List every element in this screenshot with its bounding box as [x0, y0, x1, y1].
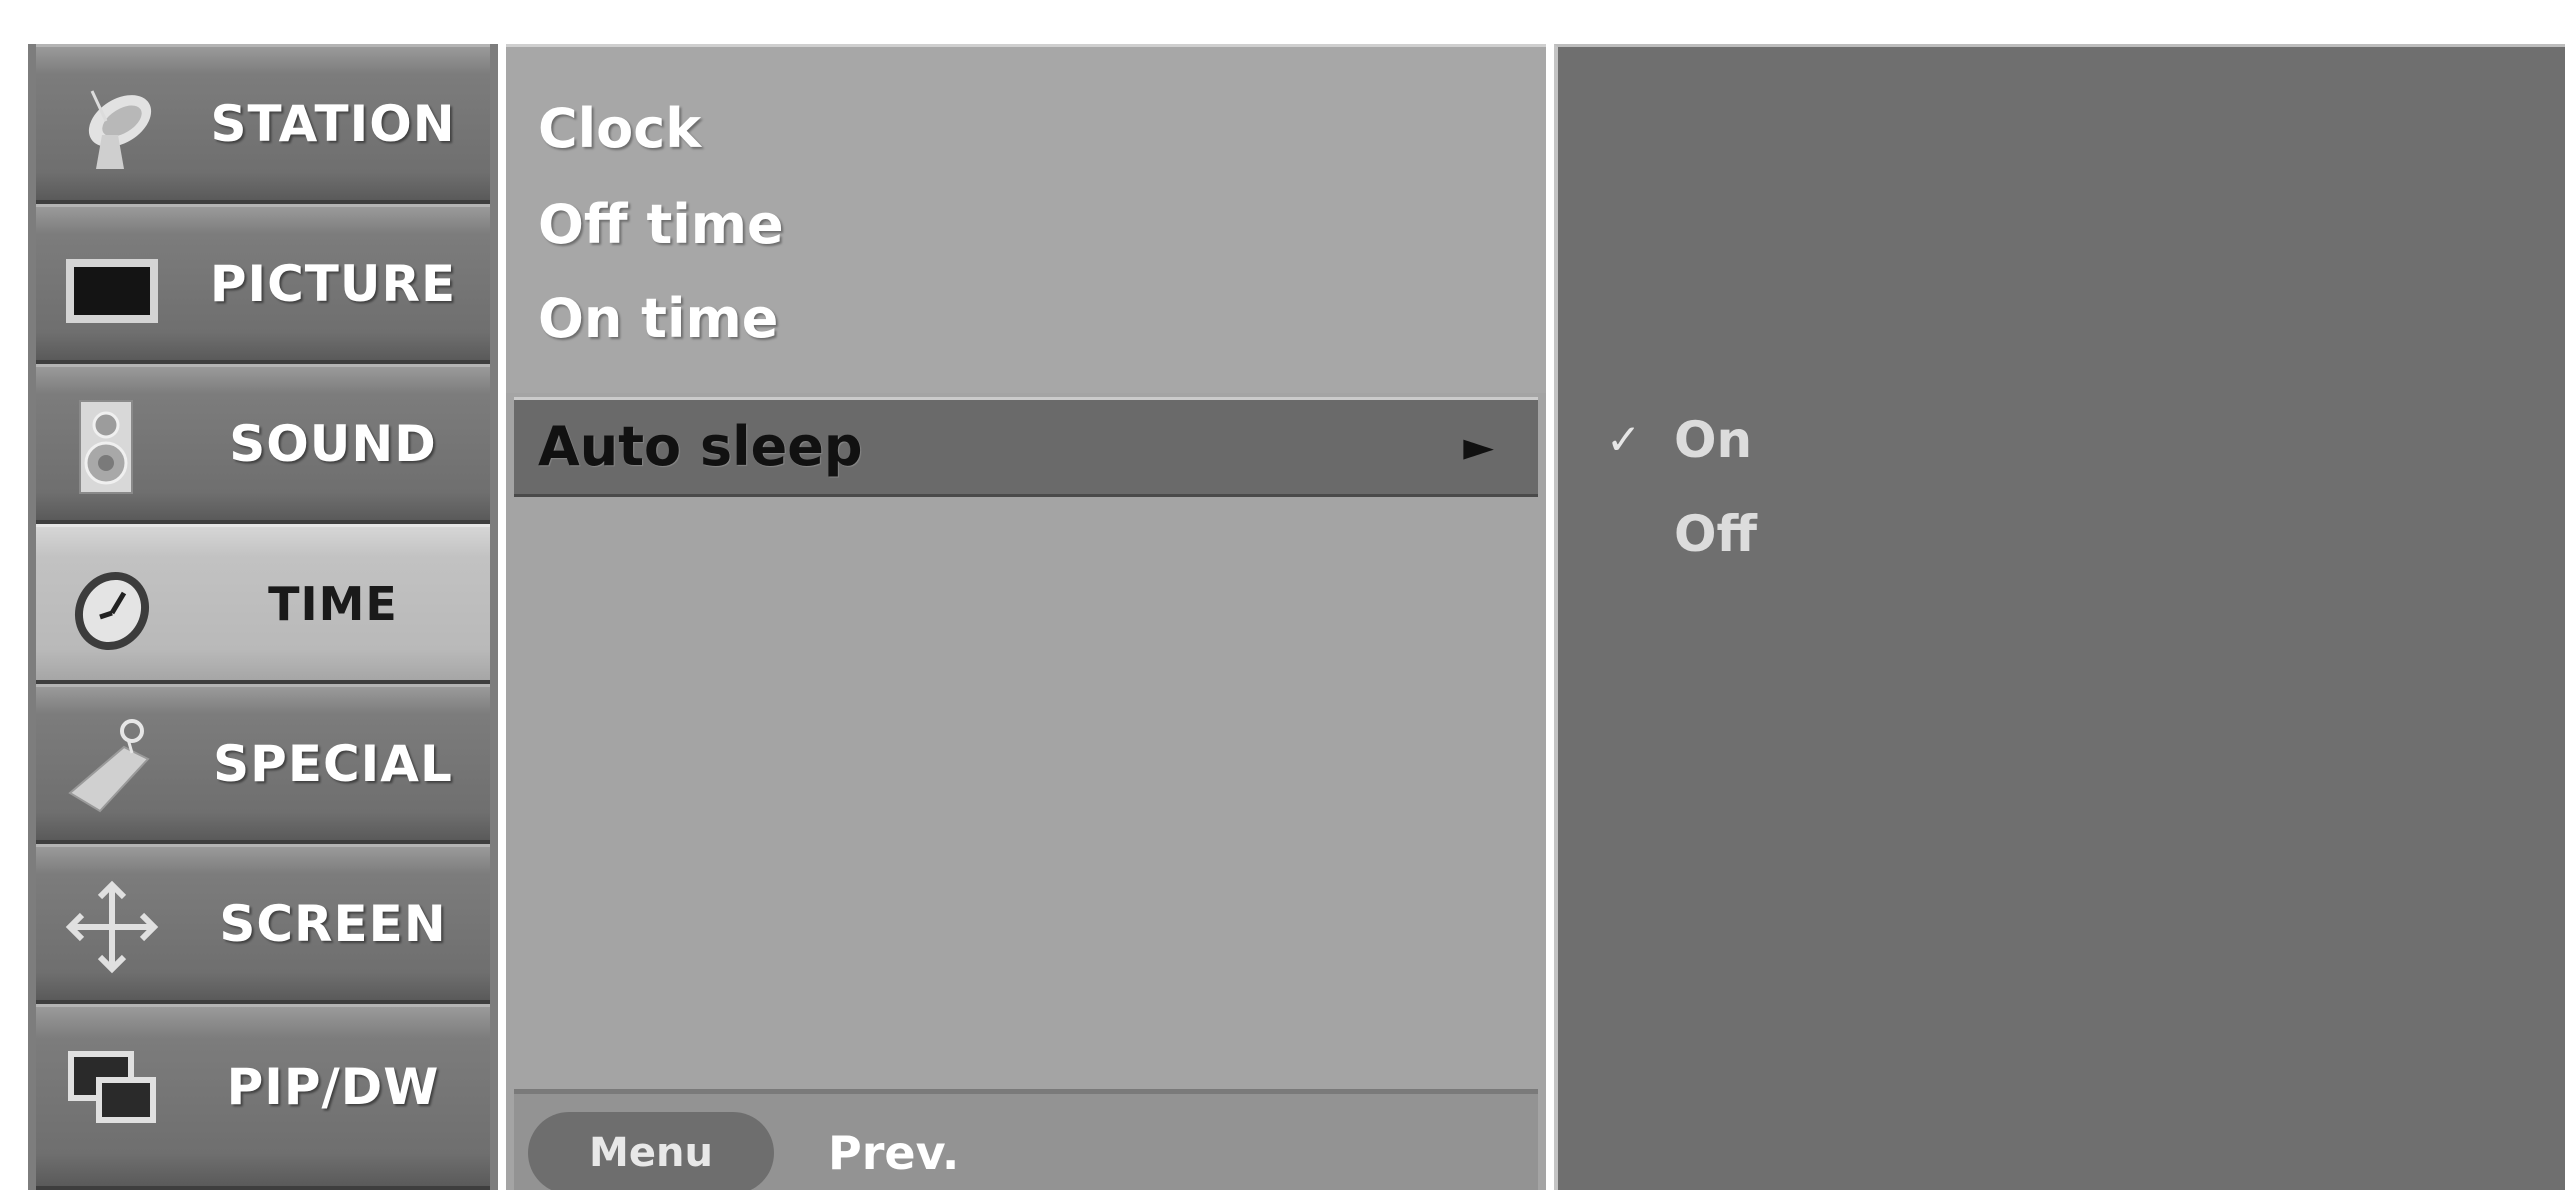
check-mark-icon: ✓ [1606, 415, 1642, 464]
category-label: SPECIAL [213, 734, 453, 793]
option-off[interactable]: Off [1674, 489, 1757, 579]
category-label: PIP/DW [226, 1058, 440, 1116]
arrow-right-icon: ► [1463, 424, 1494, 470]
menu-button[interactable]: Menu [528, 1112, 774, 1190]
submenu-item-off-time[interactable]: Off time [538, 175, 784, 275]
auto-sleep-options: ✓ On Off [1554, 44, 2565, 1190]
category-sidebar: STATION PICTURE SOUND TIME SPECIAL SCREE… [28, 44, 498, 1190]
clock-icon [62, 557, 162, 657]
category-sound[interactable]: SOUND [36, 364, 490, 524]
move-arrows-icon [62, 877, 162, 977]
submenu-item-auto-sleep[interactable]: Auto sleep ► [514, 397, 1538, 497]
option-on[interactable]: On [1674, 395, 1752, 485]
submenu-item-clock[interactable]: Clock [538, 79, 701, 179]
satellite-dish-icon [62, 77, 162, 177]
category-label: SCREEN [219, 894, 447, 953]
category-time[interactable]: TIME [36, 524, 490, 684]
monitor-screen-icon [62, 237, 162, 337]
category-label: PICTURE [209, 254, 457, 313]
tv-osd-menu: STATION PICTURE SOUND TIME SPECIAL SCREE… [28, 44, 2565, 1190]
category-screen[interactable]: SCREEN [36, 844, 490, 1004]
speaker-icon [62, 397, 162, 497]
submenu-item-label: Auto sleep [538, 415, 863, 478]
category-label: TIME [268, 576, 398, 631]
submenu-footer: Menu Prev. [514, 1089, 1538, 1190]
category-special[interactable]: SPECIAL [36, 684, 490, 844]
prev-label: Prev. [828, 1126, 960, 1180]
category-pip-dw[interactable]: PIP/DW [36, 1004, 490, 1190]
category-station[interactable]: STATION [36, 44, 490, 204]
submenu-item-on-time[interactable]: On time [538, 269, 778, 369]
category-label: STATION [210, 94, 456, 153]
time-submenu: Clock Off time On time Auto sleep ► Menu… [506, 44, 1546, 1190]
category-picture[interactable]: PICTURE [36, 204, 490, 364]
tag-icon [62, 717, 162, 817]
pip-windows-icon [62, 1037, 162, 1137]
category-label: SOUND [229, 414, 437, 473]
